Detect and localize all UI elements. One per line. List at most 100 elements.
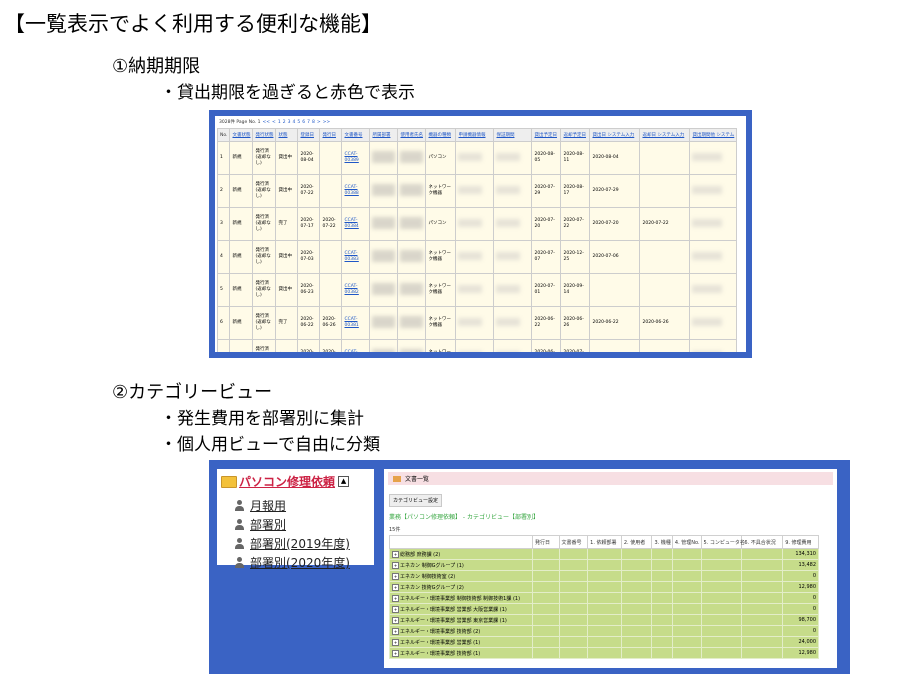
column-header[interactable]: 状態 bbox=[275, 128, 299, 142]
column-header[interactable]: 2. 使用者 bbox=[620, 535, 653, 549]
category-row[interactable]: + エネカン 制御Gグループ (1) 13,482 bbox=[389, 559, 819, 571]
pager-link[interactable]: < bbox=[272, 120, 276, 125]
table-cell: 2020-08-04 bbox=[297, 141, 321, 175]
document-number-link[interactable]: CCAT-00380 bbox=[341, 339, 371, 352]
empty-cell bbox=[741, 625, 784, 637]
table-cell: パソコン bbox=[425, 207, 457, 241]
view-by-department-2020[interactable]: 部署別(2020年度) bbox=[235, 554, 350, 571]
pager-link[interactable]: 8 bbox=[312, 120, 315, 125]
column-header[interactable]: 申請機器情報 bbox=[455, 128, 495, 142]
column-header[interactable]: 発行状態 bbox=[252, 128, 277, 142]
expand-icon[interactable]: + bbox=[392, 550, 399, 558]
table-row: 3 新規 発行済 (返却なし) 完了 2020-07-17 2020-07-22 CCAT-… bbox=[216, 207, 738, 241]
tree-root-label[interactable]: パソコン修理依頼 bbox=[239, 473, 335, 490]
column-header[interactable]: 3. 機種 bbox=[651, 535, 673, 549]
pager-link[interactable]: << bbox=[262, 120, 270, 125]
pager-link[interactable]: 5 bbox=[297, 120, 300, 125]
category-row[interactable]: + エネカン 技術Gグループ (2) 12,980 bbox=[389, 581, 819, 593]
table-cell: 2020-07-06 bbox=[589, 240, 641, 274]
column-header[interactable]: 登録日 bbox=[297, 128, 321, 142]
blurred-cell bbox=[689, 273, 738, 307]
column-header[interactable]: 5. コンピュータ名 bbox=[700, 535, 745, 549]
column-header[interactable]: 機器の種類 bbox=[425, 128, 457, 142]
column-header[interactable]: 9. 修理費用 bbox=[782, 535, 819, 549]
category-row[interactable]: + エネルギー・環境事業部 営業部 (1) 24,000 bbox=[389, 636, 819, 648]
category-row[interactable]: + エネルギー・環境事業部 営業部 東京営業課 (1) 98,700 bbox=[389, 614, 819, 626]
redacted-text bbox=[692, 284, 722, 293]
category-label: エネカン 制御技術室 (2) bbox=[400, 573, 456, 580]
column-header[interactable]: 使用者氏名 bbox=[397, 128, 427, 142]
pager-link[interactable]: 2 bbox=[283, 120, 286, 125]
collapse-icon[interactable]: ▲ bbox=[338, 476, 350, 487]
blurred-cell bbox=[493, 207, 533, 241]
document-number-link[interactable]: CCAT-00383 bbox=[341, 240, 371, 274]
empty-cell bbox=[671, 548, 702, 560]
column-header[interactable]: 1. 依頼部署 bbox=[587, 535, 622, 549]
pager-link[interactable]: 3 bbox=[288, 120, 291, 125]
pager-link[interactable]: 4 bbox=[292, 120, 295, 125]
table-cell bbox=[319, 141, 343, 175]
category-table: 発行日 文書番号 1. 依頼部署 2. 使用者 3. 機種 4. 管理No. 5. コンピュ… bbox=[389, 535, 819, 659]
redacted-text bbox=[496, 284, 520, 293]
empty-cell bbox=[532, 592, 560, 604]
empty-cell bbox=[741, 570, 784, 582]
column-header[interactable]: 文書番号 bbox=[341, 128, 371, 142]
expand-icon[interactable]: + bbox=[392, 649, 399, 657]
document-number-link[interactable]: CCAT-00388 bbox=[341, 174, 371, 208]
category-row[interactable]: + エネカン 制御技術室 (2) 0 bbox=[389, 570, 819, 582]
expand-icon[interactable]: + bbox=[392, 638, 399, 646]
table-cell: 2020-06-22 bbox=[531, 339, 562, 352]
column-header[interactable]: 文書番号 bbox=[558, 535, 589, 549]
category-label: エネカン 技術Gグループ (2) bbox=[400, 584, 464, 591]
column-header[interactable]: 文書状態 bbox=[229, 128, 254, 142]
breadcrumb[interactable]: 業務【パソコン修理依頼】 - カテゴリビュー【部署別】 bbox=[389, 512, 539, 521]
document-number-link[interactable]: CCAT-00389 bbox=[341, 141, 371, 175]
table-cell: 2020-06-22 bbox=[589, 339, 641, 352]
view-by-department-2019[interactable]: 部署別(2019年度) bbox=[235, 535, 350, 552]
column-header[interactable]: 4. 管理No. bbox=[671, 535, 702, 549]
redacted-text bbox=[400, 249, 424, 262]
category-settings-button[interactable]: カテゴリビュー設定 bbox=[389, 494, 443, 507]
tree-root[interactable]: パソコン修理依頼 ▲ bbox=[221, 473, 350, 490]
column-header[interactable]: 保証期間 bbox=[493, 128, 533, 142]
expand-icon[interactable]: + bbox=[392, 616, 399, 624]
empty-cell bbox=[700, 647, 743, 659]
column-header[interactable]: 返却予定日 bbox=[560, 128, 591, 142]
category-row[interactable]: + エネルギー・環境事業部 営業部 大阪営業課 (1) 0 bbox=[389, 603, 819, 615]
pager-link[interactable]: 6 bbox=[302, 120, 305, 125]
column-header[interactable]: 6. 不具合状況 bbox=[741, 535, 784, 549]
category-row[interactable]: + 総務部 庶務課 (2) 134,310 bbox=[389, 548, 819, 560]
empty-cell bbox=[741, 636, 784, 648]
category-row[interactable]: + エネルギー・環境事業部 技術部 (2) 0 bbox=[389, 625, 819, 637]
table-cell: 新規 bbox=[229, 174, 254, 208]
document-number-link[interactable]: CCAT-00382 bbox=[341, 273, 371, 307]
column-header[interactable]: 発行日 bbox=[532, 535, 560, 549]
category-row[interactable]: + エネルギー・環境事業部 技術部 (1) 12,980 bbox=[389, 647, 819, 659]
column-header[interactable]: 貸出日 システム入力 bbox=[589, 128, 641, 142]
empty-cell bbox=[700, 559, 743, 571]
view-by-department[interactable]: 部署別 bbox=[235, 516, 286, 533]
document-number-link[interactable]: CCAT-00381 bbox=[341, 306, 371, 340]
section2-bullet-2: ・個人用ビューで自由に分類 bbox=[160, 435, 380, 455]
column-header[interactable]: 貸出期間他 システム bbox=[689, 128, 738, 142]
column-header[interactable]: 所属部署 bbox=[369, 128, 399, 142]
document-number-link[interactable]: CCAT-00384 bbox=[341, 207, 371, 241]
expand-icon[interactable]: + bbox=[392, 627, 399, 635]
empty-cell bbox=[700, 570, 743, 582]
expand-icon[interactable]: + bbox=[392, 561, 399, 569]
pager-link[interactable]: 7 bbox=[307, 120, 310, 125]
category-row[interactable]: + エネルギー・環境事業部 制御技術部 制御技術1課 (1) 0 bbox=[389, 592, 819, 604]
column-header[interactable]: 貸出予定日 bbox=[531, 128, 562, 142]
expand-icon[interactable]: + bbox=[392, 583, 399, 591]
pager-link[interactable]: 1 bbox=[278, 120, 281, 125]
pager-link[interactable]: > bbox=[317, 120, 321, 125]
column-header[interactable] bbox=[389, 535, 533, 549]
column-header[interactable]: 発行日 bbox=[319, 128, 343, 142]
blurred-cell bbox=[689, 339, 738, 352]
pager-link[interactable]: >> bbox=[323, 120, 331, 125]
expand-icon[interactable]: + bbox=[392, 605, 399, 613]
view-monthly[interactable]: 月報用 bbox=[235, 497, 286, 514]
expand-icon[interactable]: + bbox=[392, 572, 399, 580]
expand-icon[interactable]: + bbox=[392, 594, 399, 602]
column-header[interactable]: 返却日 システム入力 bbox=[639, 128, 691, 142]
